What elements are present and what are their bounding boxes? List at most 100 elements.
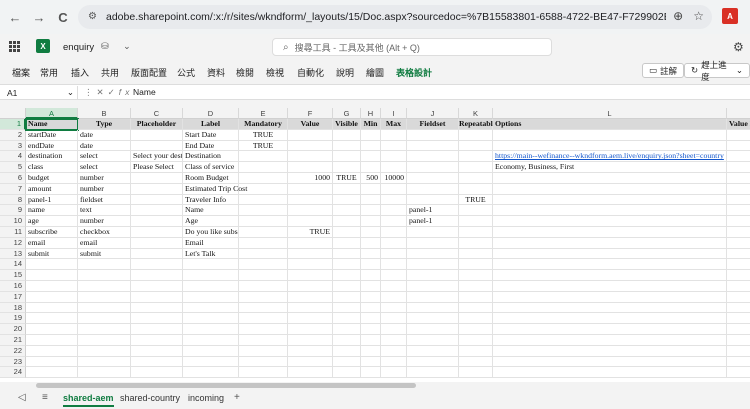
- empty-cell[interactable]: [239, 270, 288, 281]
- empty-cell[interactable]: [459, 356, 493, 368]
- empty-cell[interactable]: [493, 270, 727, 281]
- column-header-g[interactable]: G: [333, 108, 361, 119]
- tab-home[interactable]: 常用: [40, 66, 58, 79]
- cell-value-e[interactable]: [727, 249, 750, 260]
- empty-cell[interactable]: [26, 302, 78, 314]
- sheet-tab-shared-aem[interactable]: shared-aem: [63, 393, 114, 407]
- empty-cell[interactable]: [26, 345, 78, 357]
- chevron-down-icon[interactable]: ⌄: [123, 41, 131, 51]
- column-header-k[interactable]: K: [459, 108, 493, 119]
- cell-label[interactable]: Let's Talk: [183, 248, 239, 260]
- cell-repeatable[interactable]: [459, 183, 493, 195]
- empty-cell[interactable]: [26, 335, 78, 346]
- cell-options[interactable]: [493, 237, 727, 249]
- empty-cell[interactable]: [288, 367, 333, 379]
- cell-visible[interactable]: [333, 129, 361, 141]
- header-cell-mandatory[interactable]: Mandatory: [239, 119, 288, 130]
- column-header-f[interactable]: F: [288, 108, 333, 119]
- header-cell-type[interactable]: Type: [78, 119, 131, 130]
- cell-mandatory[interactable]: [239, 237, 288, 249]
- empty-cell[interactable]: [239, 324, 288, 335]
- document-name[interactable]: enquiry: [63, 42, 94, 53]
- cell-mandatory[interactable]: [239, 151, 288, 163]
- cell-name[interactable]: budget: [26, 173, 78, 184]
- cell-placeholder[interactable]: [131, 205, 183, 217]
- empty-cell[interactable]: [26, 313, 78, 325]
- empty-cell[interactable]: [493, 281, 727, 292]
- empty-cell[interactable]: [361, 367, 381, 379]
- cell-mandatory[interactable]: TRUE: [239, 129, 288, 141]
- cell-repeatable[interactable]: [459, 129, 493, 141]
- empty-cell[interactable]: [381, 367, 407, 379]
- empty-cell[interactable]: [407, 345, 459, 357]
- cell-label[interactable]: Class of service: [183, 162, 239, 173]
- empty-cell[interactable]: [131, 291, 183, 303]
- select-all-corner[interactable]: [0, 108, 26, 119]
- empty-cell[interactable]: [459, 270, 493, 281]
- cell-type[interactable]: date: [78, 140, 131, 152]
- empty-cell[interactable]: [493, 356, 727, 368]
- empty-cell[interactable]: [26, 270, 78, 281]
- cancel-icon[interactable]: ✕: [97, 87, 108, 97]
- cell-fieldset[interactable]: [407, 248, 459, 260]
- column-header-a[interactable]: A: [26, 108, 78, 119]
- row-header-14[interactable]: 14: [0, 259, 26, 271]
- chevron-down-icon[interactable]: ⌄: [67, 87, 74, 98]
- cell-placeholder[interactable]: [131, 227, 183, 238]
- empty-cell[interactable]: [727, 324, 750, 335]
- header-cell-options[interactable]: Options: [493, 119, 727, 130]
- empty-cell[interactable]: [239, 345, 288, 357]
- cell-name[interactable]: subscribe: [26, 227, 78, 238]
- empty-cell[interactable]: [131, 335, 183, 346]
- empty-cell[interactable]: [727, 259, 750, 271]
- empty-cell[interactable]: [459, 345, 493, 357]
- cell-visible[interactable]: [333, 248, 361, 260]
- cell-type[interactable]: text: [78, 205, 131, 217]
- empty-cell[interactable]: [26, 259, 78, 271]
- cell-label[interactable]: Room Budget: [183, 173, 239, 184]
- tab-automate[interactable]: 自動化: [297, 66, 324, 79]
- cell-repeatable[interactable]: [459, 173, 493, 184]
- row-header-4[interactable]: 4: [0, 151, 26, 163]
- cell-max[interactable]: [381, 248, 407, 260]
- cell-value-e[interactable]: [727, 205, 750, 217]
- tab-table-design[interactable]: 表格設計: [396, 66, 432, 79]
- catch-up-button[interactable]: ↻ 趕上進度 ⌄: [684, 60, 750, 82]
- row-header-6[interactable]: 6: [0, 173, 26, 184]
- add-sheet-button[interactable]: +: [234, 392, 240, 403]
- empty-cell[interactable]: [239, 313, 288, 325]
- empty-cell[interactable]: [381, 356, 407, 368]
- empty-cell[interactable]: [381, 345, 407, 357]
- row-header-15[interactable]: 15: [0, 270, 26, 281]
- row-header-8[interactable]: 8: [0, 194, 26, 206]
- gear-icon[interactable]: ⚙: [733, 40, 744, 54]
- column-header-d[interactable]: D: [183, 108, 239, 119]
- empty-cell[interactable]: [407, 324, 459, 335]
- cell-options[interactable]: https://main--wefinance--wkndform.aem.li…: [493, 151, 727, 163]
- doc-options[interactable]: ⛁ ⌄: [101, 41, 131, 52]
- column-header-e[interactable]: E: [239, 108, 288, 119]
- header-cell-placeholder[interactable]: Placeholder: [131, 119, 183, 130]
- row-header-5[interactable]: 5: [0, 162, 26, 173]
- empty-cell[interactable]: [407, 335, 459, 346]
- empty-cell[interactable]: [288, 313, 333, 325]
- empty-cell[interactable]: [361, 270, 381, 281]
- empty-cell[interactable]: [361, 302, 381, 314]
- cell-options[interactable]: [493, 205, 727, 217]
- empty-cell[interactable]: [239, 259, 288, 271]
- empty-cell[interactable]: [361, 281, 381, 292]
- cell-value[interactable]: [288, 162, 333, 173]
- empty-cell[interactable]: [381, 259, 407, 271]
- tab-review[interactable]: 檢閱: [236, 66, 254, 79]
- cell-name[interactable]: name: [26, 205, 78, 217]
- pdf-extension-icon[interactable]: A: [722, 8, 738, 24]
- empty-cell[interactable]: [493, 302, 727, 314]
- reload-button[interactable]: C: [52, 6, 74, 28]
- cell-type[interactable]: select: [78, 151, 131, 163]
- cell-mandatory[interactable]: TRUE: [239, 140, 288, 152]
- cell-label[interactable]: Do you like subscribe for Magaz: [183, 227, 239, 238]
- empty-cell[interactable]: [361, 259, 381, 271]
- cell-value-e[interactable]: [727, 227, 750, 238]
- cell-type[interactable]: submit: [78, 248, 131, 260]
- empty-cell[interactable]: [288, 302, 333, 314]
